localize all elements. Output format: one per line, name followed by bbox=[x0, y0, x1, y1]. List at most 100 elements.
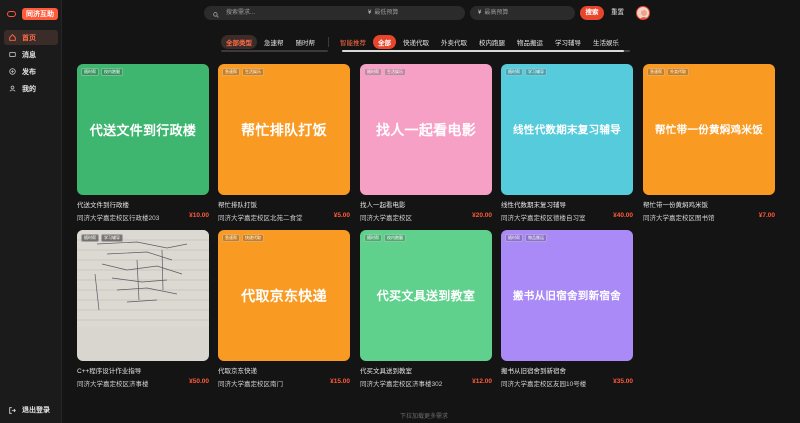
sidebar-item-publish[interactable]: 发布 bbox=[4, 64, 58, 79]
card-tag: 生活娱乐 bbox=[384, 68, 406, 76]
card-tags: 随时帮 物品搬运 bbox=[505, 234, 547, 242]
card-price: ¥35.00 bbox=[613, 378, 633, 385]
home-icon bbox=[9, 34, 16, 41]
card-price: ¥15.00 bbox=[330, 378, 350, 385]
category-leisure[interactable]: 生活娱乐 bbox=[588, 35, 624, 49]
card-thumb-text: 帮忙带一份黄焖鸡米饭 bbox=[655, 124, 763, 136]
card-title[interactable]: 代买文具送到教室 bbox=[360, 365, 492, 374]
card-price: ¥7.00 bbox=[758, 212, 775, 219]
card-tags: 随时帮 校内跑腿 bbox=[364, 234, 406, 242]
sidebar-item-messages[interactable]: 消息 bbox=[4, 47, 58, 62]
sidebar-item-profile[interactable]: 我的 bbox=[4, 81, 58, 96]
card-tag: 随时帮 bbox=[364, 68, 382, 76]
card-tags: 随时帮 学习辅导 bbox=[505, 68, 547, 76]
task-card[interactable]: 急速帮 快递代取 代取京东快递 代取京东快递 同济大学嘉定校区南门 ¥15.00 bbox=[218, 230, 350, 388]
message-icon bbox=[9, 51, 16, 58]
brand[interactable]: 同济互助 bbox=[7, 8, 58, 20]
sidebar-item-label: 发布 bbox=[22, 68, 36, 76]
card-thumbnail[interactable]: 随时帮 校内跑腿 代买文具送到教室 bbox=[360, 230, 492, 361]
task-card[interactable]: 随时帮 学习辅导 线性代数期末复习辅导 线性代数期末复习辅导 同济大学嘉定校区德… bbox=[501, 64, 633, 222]
task-card[interactable]: 随时帮 学习辅导 C++程序设计作业指导 同济大学嘉定校区济事楼 ¥50.00 bbox=[77, 230, 209, 388]
card-location: 同济大学嘉定校区德楼自习室 bbox=[501, 215, 586, 222]
card-thumbnail[interactable]: 随时帮 生活娱乐 找人一起看电影 bbox=[360, 64, 492, 195]
card-tag: 学习辅导 bbox=[101, 234, 123, 242]
category-errand[interactable]: 校内跑腿 bbox=[474, 35, 510, 49]
card-thumbnail[interactable]: 急速帮 快递代取 代取京东快递 bbox=[218, 230, 350, 361]
card-thumbnail[interactable]: 随时帮 物品搬运 搬书从旧宿舍到新宿舍 bbox=[501, 230, 633, 361]
filter-all-types[interactable]: 全部类型 bbox=[221, 35, 257, 49]
card-tag: 随时帮 bbox=[364, 234, 382, 242]
card-tags: 随时帮 校内跑腿 bbox=[81, 68, 123, 76]
price-min-input[interactable]: ¥ 最低预算 bbox=[360, 6, 465, 20]
task-card[interactable]: 随时帮 物品搬运 搬书从旧宿舍到新宿舍 搬书从旧宿舍到新宿舍 同济大学嘉定校区友… bbox=[501, 230, 633, 388]
card-thumb-text: 搬书从旧宿舍到新宿舍 bbox=[513, 290, 621, 302]
category-express[interactable]: 快递代取 bbox=[398, 35, 434, 49]
card-title[interactable]: 帮忙带一份黄焖鸡米饭 bbox=[643, 199, 775, 208]
category-takeout[interactable]: 外卖代取 bbox=[436, 35, 472, 49]
avatar[interactable] bbox=[636, 6, 650, 20]
card-tag: 快递代取 bbox=[242, 234, 264, 242]
card-tag: 生活娱乐 bbox=[242, 68, 264, 76]
card-price: ¥20.00 bbox=[472, 212, 492, 219]
logout-label: 退出登录 bbox=[22, 407, 50, 414]
task-card[interactable]: 急速帮 外卖代取 帮忙带一份黄焖鸡米饭 帮忙带一份黄焖鸡米饭 同济大学嘉定校区图… bbox=[643, 64, 775, 222]
card-tag: 物品搬运 bbox=[525, 234, 547, 242]
card-location: 同济大学嘉定校区北苑二食堂 bbox=[218, 215, 303, 222]
card-thumb-text: 帮忙排队打饭 bbox=[241, 121, 327, 138]
sidebar-item-home[interactable]: 首页 bbox=[4, 30, 58, 45]
task-card[interactable]: 随时帮 生活娱乐 找人一起看电影 找人一起看电影 同济大学嘉定校区 ¥20.00 bbox=[360, 64, 492, 222]
card-title[interactable]: 找人一起看电影 bbox=[360, 199, 492, 208]
filter-divider bbox=[328, 37, 329, 47]
card-thumbnail[interactable]: 随时帮 学习辅导 bbox=[77, 230, 209, 361]
card-tag: 校内跑腿 bbox=[101, 68, 123, 76]
card-title[interactable]: C++程序设计作业指导 bbox=[77, 365, 209, 374]
category-scrollbar[interactable] bbox=[342, 50, 630, 52]
filter-scrollbar-left[interactable] bbox=[221, 50, 328, 52]
card-thumbnail[interactable]: 随时帮 校内跑腿 代送文件到行政楼 bbox=[77, 64, 209, 195]
filter-urgent[interactable]: 急速帮 bbox=[259, 35, 289, 49]
card-title[interactable]: 搬书从旧宿舍到新宿舍 bbox=[501, 365, 633, 374]
task-card[interactable]: 随时帮 校内跑腿 代买文具送到教室 代买文具送到教室 同济大学嘉定校区济事楼30… bbox=[360, 230, 492, 388]
card-tag: 随时帮 bbox=[81, 234, 99, 242]
card-thumbnail[interactable]: 急速帮 生活娱乐 帮忙排队打饭 bbox=[218, 64, 350, 195]
filter-anytime[interactable]: 随时帮 bbox=[291, 35, 321, 49]
card-location: 同济大学嘉定校区济事楼302 bbox=[360, 381, 443, 388]
category-moving[interactable]: 物品搬运 bbox=[512, 35, 548, 49]
card-thumb-text: 代取京东快递 bbox=[241, 287, 327, 304]
task-card[interactable]: 随时帮 校内跑腿 代送文件到行政楼 代送文件到行政楼 同济大学嘉定校区行政楼20… bbox=[77, 64, 209, 222]
sidebar-nav: 首页 消息 发布 我的 bbox=[4, 30, 58, 98]
card-title[interactable]: 代送文件到行政楼 bbox=[77, 199, 209, 208]
card-tags: 随时帮 学习辅导 bbox=[81, 234, 123, 242]
card-location: 同济大学嘉定校区南门 bbox=[218, 381, 283, 388]
price-max-input[interactable]: ¥ 最高预算 bbox=[470, 6, 575, 20]
card-price: ¥12.00 bbox=[472, 378, 492, 385]
card-location: 同济大学嘉定校区济事楼 bbox=[77, 381, 149, 388]
card-tag: 校内跑腿 bbox=[384, 234, 406, 242]
card-thumbnail[interactable]: 随时帮 学习辅导 线性代数期末复习辅导 bbox=[501, 64, 633, 195]
yen-icon: ¥ bbox=[478, 10, 482, 16]
card-thumbnail[interactable]: 急速帮 外卖代取 帮忙带一份黄焖鸡米饭 bbox=[643, 64, 775, 195]
card-location: 同济大学嘉定校区 bbox=[360, 215, 412, 222]
card-tag: 随时帮 bbox=[505, 68, 523, 76]
card-price: ¥10.00 bbox=[189, 212, 209, 219]
user-icon bbox=[9, 85, 16, 92]
card-title[interactable]: 线性代数期末复习辅导 bbox=[501, 199, 633, 208]
card-price: ¥5.00 bbox=[333, 212, 350, 219]
filter-smart-recommend[interactable]: 智能推荐 bbox=[335, 35, 371, 49]
card-tag: 随时帮 bbox=[81, 68, 99, 76]
card-tags: 急速帮 外卖代取 bbox=[647, 68, 689, 76]
logout-button[interactable]: 退出登录 bbox=[9, 405, 50, 415]
card-tag: 学习辅导 bbox=[525, 68, 547, 76]
category-all[interactable]: 全部 bbox=[373, 35, 396, 49]
category-tutoring[interactable]: 学习辅导 bbox=[550, 35, 586, 49]
card-thumb-text: 线性代数期末复习辅导 bbox=[513, 124, 621, 136]
card-title[interactable]: 帮忙排队打饭 bbox=[218, 199, 350, 208]
card-tag: 急速帮 bbox=[222, 68, 240, 76]
card-tags: 急速帮 生活娱乐 bbox=[222, 68, 264, 76]
task-card[interactable]: 急速帮 生活娱乐 帮忙排队打饭 帮忙排队打饭 同济大学嘉定校区北苑二食堂 ¥5.… bbox=[218, 64, 350, 222]
card-title[interactable]: 代取京东快递 bbox=[218, 365, 350, 374]
yen-icon: ¥ bbox=[368, 10, 372, 16]
handwritten-notes-image bbox=[77, 230, 209, 327]
reset-button[interactable]: 重置 bbox=[611, 6, 624, 20]
search-button[interactable]: 搜索 bbox=[580, 6, 604, 20]
